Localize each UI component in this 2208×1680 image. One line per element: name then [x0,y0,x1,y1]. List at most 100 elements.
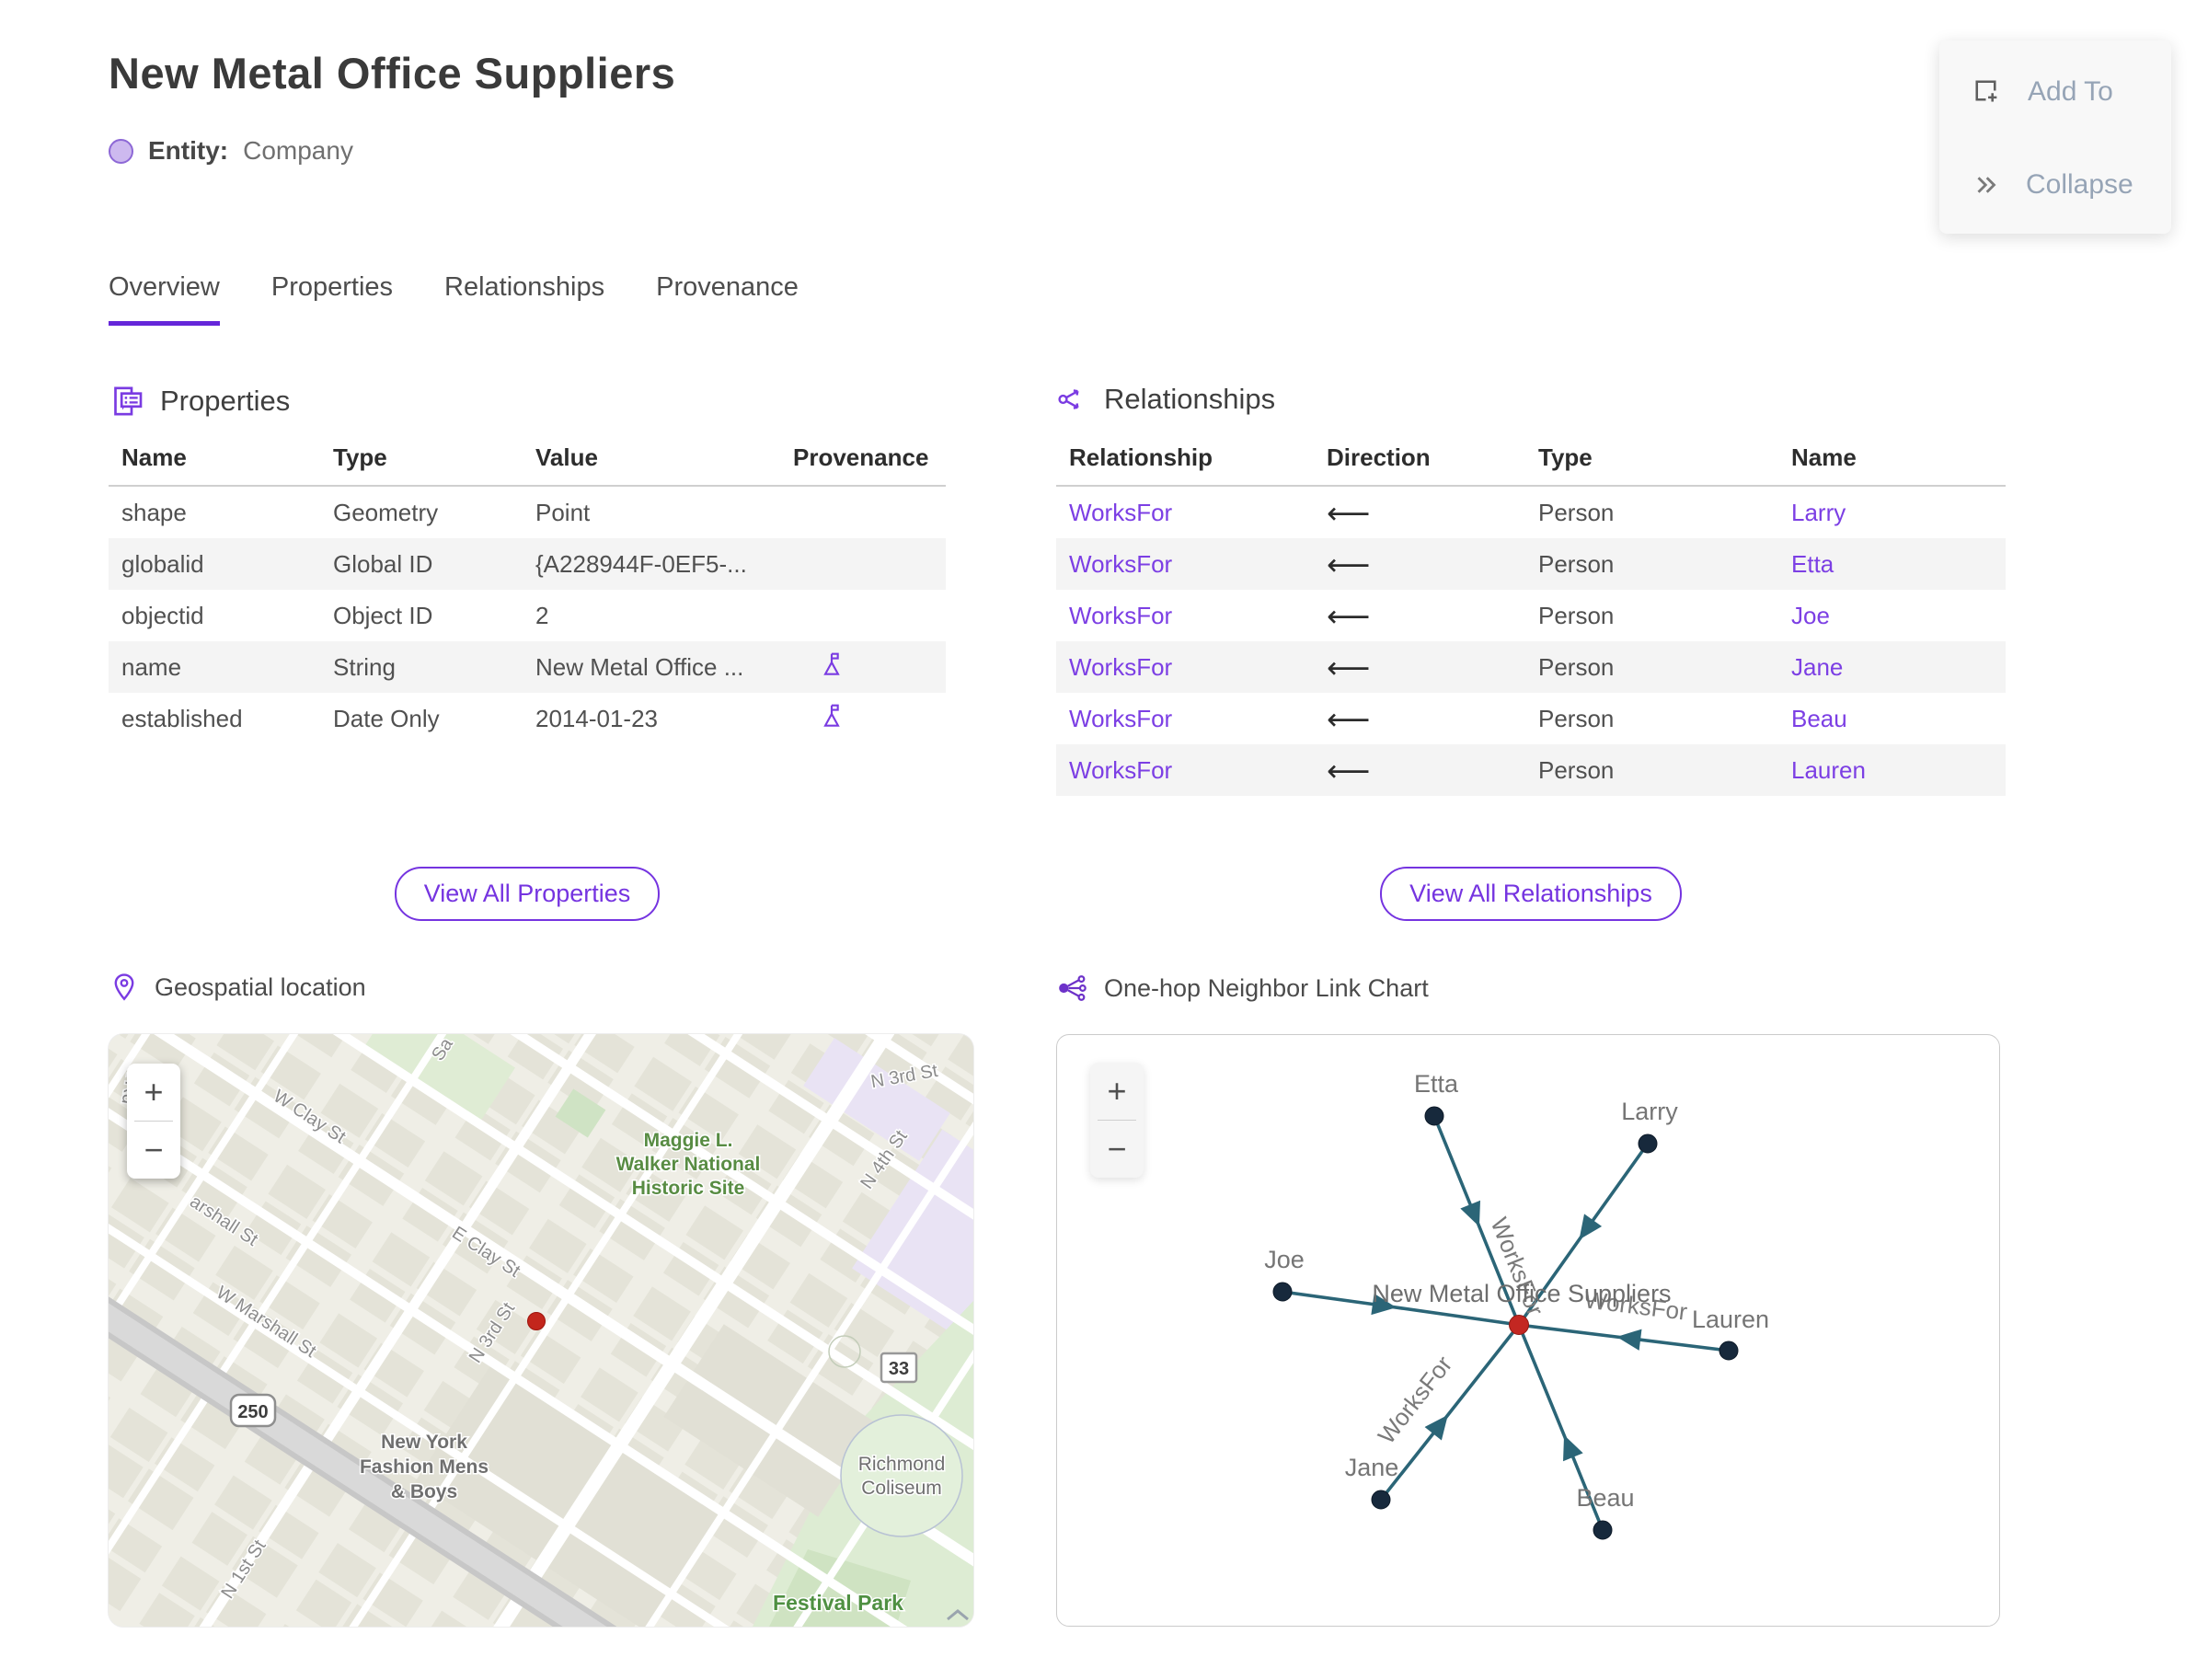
graph-node-larry[interactable] [1638,1133,1658,1154]
col-type: Type [1538,443,1593,471]
entity-type-icon [109,138,133,164]
provenance-flag-icon[interactable] [817,649,846,680]
prop-type: Geometry [333,498,439,526]
graph-node-lauren[interactable] [1719,1341,1739,1361]
prop-value: New Metal Office ... [535,652,744,681]
table-row: WorksFor ⟵ Person Beau [1056,693,2006,744]
prop-type: Object ID [333,601,433,629]
provenance-flag-icon[interactable] [817,700,846,731]
route-shield-va33: 33 [880,1352,918,1384]
rel-type: Person [1538,652,1615,681]
node-label: Beau [1576,1484,1634,1512]
tab-provenance[interactable]: Provenance [656,272,799,326]
table-row: WorksFor ⟵ Person Etta [1056,538,2006,590]
direction-arrow: ⟵ [1327,649,1371,685]
col-name: Name [1791,443,1857,471]
zoom-out-button[interactable]: − [127,1122,180,1179]
node-label: Lauren [1692,1306,1769,1333]
center-node-label: New Metal Office Suppliers [1372,1280,1671,1307]
route-shield-us250: 250 [229,1393,277,1428]
tab-overview[interactable]: Overview [109,272,220,326]
table-row: WorksFor ⟵ Person Joe [1056,590,2006,641]
direction-arrow: ⟵ [1327,494,1371,531]
rel-type: Person [1538,755,1615,784]
table-row: WorksFor ⟵ Person Lauren [1056,744,2006,796]
basemap: 250 33 k Rd W Clay St Sa arshall St W Ma… [109,1034,973,1627]
relationships-heading: Relationships [1104,383,1276,415]
properties-section-header: Properties [109,383,290,420]
graph-node-etta[interactable] [1424,1106,1444,1126]
rel-type: Person [1538,601,1615,629]
col-provenance: Provenance [793,443,929,471]
properties-heading: Properties [160,385,291,417]
properties-table: Name Type Value Provenance shape Geometr… [109,443,946,744]
entity-link[interactable]: Larry [1778,499,2006,527]
graph-node-beau[interactable] [1593,1520,1613,1540]
entity-label: Entity: [148,136,229,165]
relationship-link[interactable]: WorksFor [1056,550,1314,579]
table-row: shape Geometry Point [109,487,946,538]
floating-actions-panel: Add To Collapse [1939,40,2171,234]
map-pin-icon [114,973,134,1001]
entity-link[interactable]: Joe [1778,602,2006,630]
col-relationship: Relationship [1069,443,1213,471]
prop-value: 2014-01-23 [535,704,658,732]
direction-arrow: ⟵ [1327,700,1371,737]
graph-node-joe[interactable] [1272,1282,1293,1302]
entity-link[interactable]: Etta [1778,550,2006,579]
entity-link[interactable]: Jane [1778,653,2006,682]
add-to-label: Add To [2028,76,2113,107]
collapse-label: Collapse [2026,169,2133,200]
relationship-link[interactable]: WorksFor [1056,499,1314,527]
add-to-button[interactable]: Add To [1939,64,2171,120]
node-label: Etta [1414,1070,1459,1098]
collapse-icon [1977,177,1996,193]
poi-label: Coliseum [861,1478,942,1499]
direction-arrow: ⟵ [1327,546,1371,582]
map-canvas[interactable]: 250 33 k Rd W Clay St Sa arshall St W Ma… [109,1034,973,1627]
zoom-in-button[interactable]: + [1090,1063,1144,1120]
prop-type: Global ID [333,549,433,578]
direction-arrow: ⟵ [1327,597,1371,634]
tab-relationships[interactable]: Relationships [444,272,604,326]
relationships-table-header: Relationship Direction Type Name [1056,443,2006,487]
zoom-out-button[interactable]: − [1090,1121,1144,1178]
node-label: Larry [1621,1098,1678,1125]
rel-type: Person [1538,704,1615,732]
relationship-link[interactable]: WorksFor [1056,756,1314,785]
prop-name: globalid [121,549,204,578]
tab-properties[interactable]: Properties [271,272,393,326]
relationships-table: Relationship Direction Type Name WorksFo… [1056,443,2006,796]
link-chart-canvas[interactable]: WorksFor WorksFor WorksFor New Metal Off… [1056,1034,2000,1627]
page-title: New Metal Office Suppliers [109,49,676,98]
rel-type: Person [1538,549,1615,578]
prop-value: 2 [535,601,549,629]
relationship-link[interactable]: WorksFor [1056,602,1314,630]
collapse-button[interactable]: Collapse [1939,158,2171,212]
poi-label: Richmond [858,1454,946,1475]
entity-type-value: Company [243,136,353,165]
relationship-link[interactable]: WorksFor [1056,653,1314,682]
prop-name: shape [121,498,187,526]
geospatial-section-header: Geospatial location [109,972,366,1003]
zoom-in-button[interactable]: + [127,1064,180,1121]
view-all-relationships-button[interactable]: View All Relationships [1380,867,1682,921]
prop-type: String [333,652,396,681]
table-row: WorksFor ⟵ Person Larry [1056,487,2006,538]
view-all-relationships-wrap: View All Relationships [1056,867,2006,921]
col-type: Type [333,443,387,471]
graph-node-jane[interactable] [1371,1490,1391,1510]
geospatial-heading: Geospatial location [155,972,366,1001]
graph-node-center[interactable] [1509,1315,1529,1335]
relationship-link[interactable]: WorksFor [1056,705,1314,733]
rel-type: Person [1538,498,1615,526]
relationships-section-header: Relationships [1056,383,1275,416]
map-zoom-control: + − [127,1064,180,1179]
entity-link[interactable]: Lauren [1778,756,2006,785]
link-chart-section-header: One-hop Neighbor Link Chart [1056,972,1429,1005]
entity-link[interactable]: Beau [1778,705,2006,733]
view-all-properties-button[interactable]: View All Properties [394,867,661,921]
entity-detail-page: New Metal Office Suppliers Entity: Compa… [0,0,2208,1680]
poi-label: & Boys [391,1481,457,1502]
prop-value: {A228944F-0EF5-... [535,549,747,578]
